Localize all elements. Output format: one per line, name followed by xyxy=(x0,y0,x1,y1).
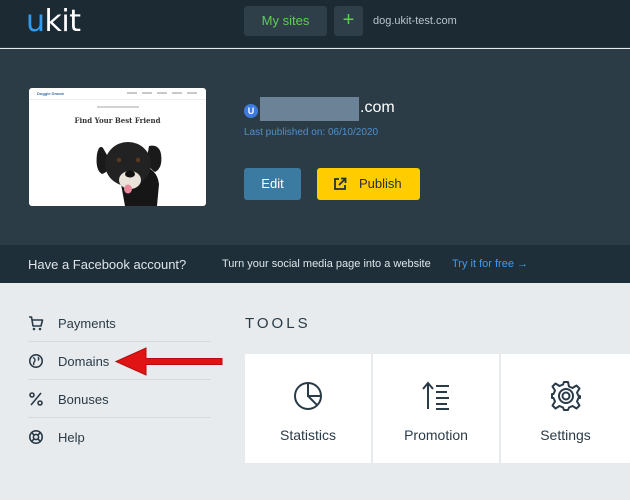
sidebar-item-payments[interactable]: Payments xyxy=(28,304,211,342)
edit-button[interactable]: Edit xyxy=(244,168,301,200)
ukit-logo[interactable]: ukit xyxy=(26,4,81,40)
tool-label: Statistics xyxy=(279,427,336,443)
sidebar-item-label: Help xyxy=(58,430,85,445)
tool-label: Promotion xyxy=(404,427,468,443)
percent-icon xyxy=(29,392,43,406)
site-thumbnail[interactable]: Doggie Drame Find Your Best Friend xyxy=(29,88,206,206)
top-bar: ukit My sites + dog.ukit-test.com xyxy=(0,0,630,48)
gear-icon xyxy=(550,381,581,411)
tool-settings[interactable]: Settings xyxy=(501,354,630,463)
domains-icon xyxy=(29,354,43,368)
publish-label: Publish xyxy=(359,176,402,191)
pie-chart-icon xyxy=(294,382,322,410)
tools-heading: TOOLS xyxy=(245,315,311,332)
add-site-button[interactable]: + xyxy=(334,6,363,36)
site-panel: Doggie Drame Find Your Best Friend U .co… xyxy=(0,49,630,245)
sidebar-item-label: Bonuses xyxy=(58,392,109,407)
facebook-question: Have a Facebook account? xyxy=(28,257,187,272)
my-sites-button[interactable]: My sites xyxy=(244,6,327,36)
dog-image xyxy=(96,142,162,206)
site-url[interactable]: .com xyxy=(360,99,395,117)
current-site-domain: dog.ukit-test.com xyxy=(373,15,457,27)
redacted-site-name xyxy=(260,97,359,121)
sidebar-item-bonuses[interactable]: Bonuses xyxy=(28,380,211,418)
tool-statistics[interactable]: Statistics xyxy=(245,354,371,463)
try-it-free-link[interactable]: Try it for free → xyxy=(452,258,528,270)
facebook-description: Turn your social media page into a websi… xyxy=(222,258,431,270)
tool-promotion[interactable]: Promotion xyxy=(373,354,499,463)
cart-icon xyxy=(29,316,44,331)
lifebuoy-icon xyxy=(29,430,43,444)
sort-arrow-icon xyxy=(422,381,449,410)
publish-button[interactable]: Publish xyxy=(317,168,420,200)
site-status-icon: U xyxy=(244,104,258,118)
sidebar-item-label: Domains xyxy=(58,354,110,369)
facebook-banner: Have a Facebook account? Turn your socia… xyxy=(0,245,630,283)
sidebar-item-help[interactable]: Help xyxy=(28,418,211,456)
sidebar-item-label: Payments xyxy=(58,316,116,331)
annotation-arrow-icon xyxy=(114,347,223,376)
last-published-text: Last published on: 06/10/2020 xyxy=(244,127,378,138)
external-link-icon xyxy=(334,177,347,190)
tool-label: Settings xyxy=(540,427,591,443)
